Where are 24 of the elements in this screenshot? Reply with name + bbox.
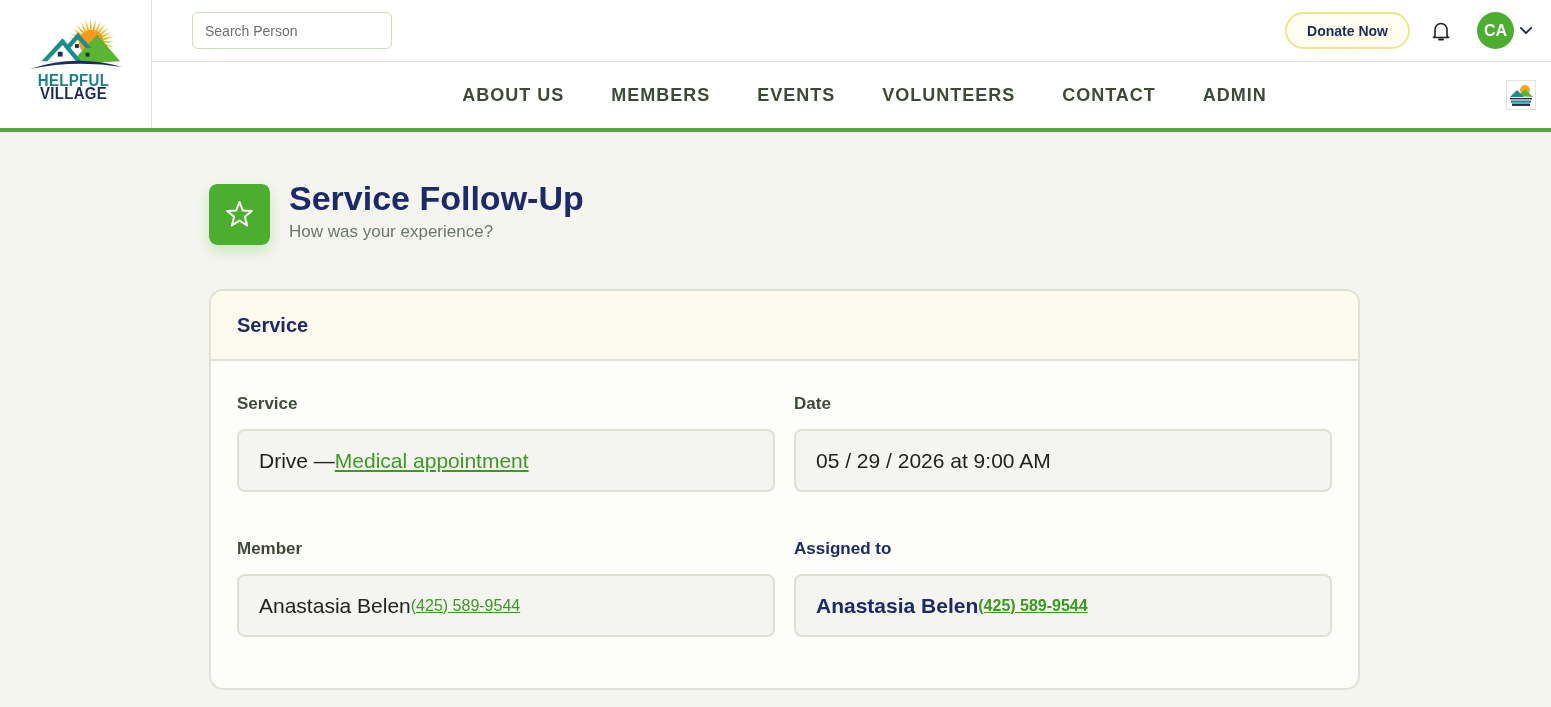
nav-link[interactable]: ABOUT US (462, 84, 565, 106)
field-value: Anastasia Belen (816, 593, 979, 618)
nav-link[interactable]: ADMIN (1202, 84, 1267, 106)
field-label: Assigned to (794, 539, 893, 559)
field-value: 05 / 29 / 2026 at 9:00 AM (816, 448, 1051, 473)
chevron-down-icon[interactable] (1520, 27, 1532, 34)
card-title: Service (237, 313, 309, 337)
logo-wordmark: HELPFUL VILLAGE (37, 74, 110, 100)
page-title: Service Follow-Up (289, 178, 584, 219)
star-icon (209, 184, 270, 245)
field-label: Member (237, 539, 304, 559)
bell-icon[interactable] (1432, 20, 1450, 41)
field-value: Drive — (259, 448, 335, 473)
field-label: Date (794, 394, 832, 414)
page-subtitle: How was your experience? (289, 222, 495, 242)
donate-button[interactable]: Donate Now (1285, 12, 1410, 49)
nav-link[interactable]: VOLUNTEERS (882, 84, 1016, 106)
nav-link[interactable]: MEMBERS (611, 84, 711, 106)
field-label: Service (237, 394, 299, 414)
field-value: Anastasia Belen (259, 593, 411, 618)
logo-icon[interactable] (1506, 80, 1536, 110)
nav-link[interactable]: EVENTS (757, 84, 836, 106)
search-field[interactable]: Search Person (192, 12, 392, 49)
nav-link[interactable]: CONTACT (1062, 84, 1156, 106)
